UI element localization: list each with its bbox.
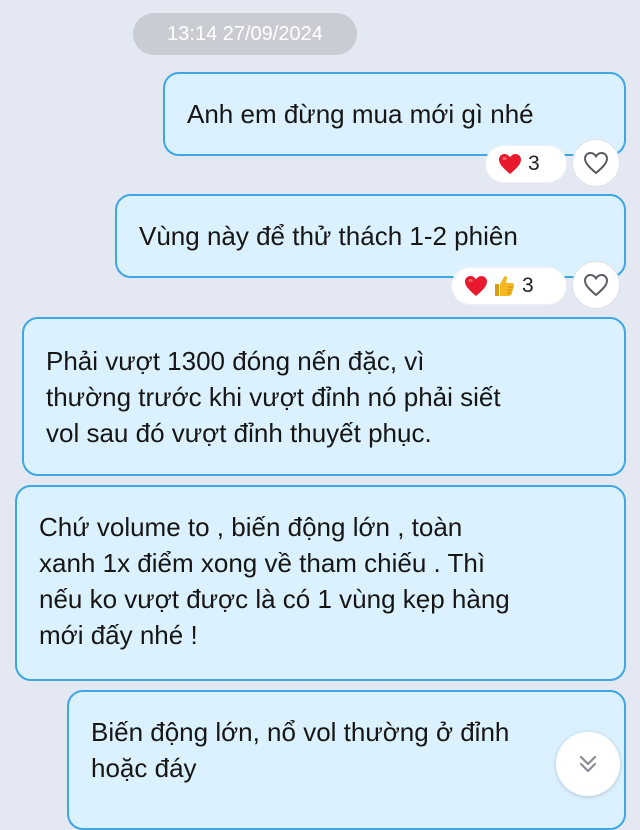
message-timestamp: 13:14 27/09/2024: [133, 13, 357, 55]
message-bubble[interactable]: Anh em đừng mua mới gì nhé: [163, 72, 626, 156]
heart-icon: [498, 153, 522, 175]
scroll-to-bottom-button[interactable]: [556, 732, 620, 796]
message-bubble[interactable]: Phải vượt 1300 đóng nến đặc, vì thường t…: [22, 317, 626, 476]
message-text: Phải vượt 1300 đóng nến đặc, vì thường t…: [46, 346, 501, 448]
reaction-count: 3: [528, 152, 540, 175]
reaction-count: 3: [522, 274, 534, 297]
reaction-summary[interactable]: 3: [452, 268, 566, 304]
heart-icon: [464, 275, 488, 297]
reaction-summary[interactable]: 3: [486, 146, 566, 182]
message-bubble[interactable]: Chứ volume to , biến động lớn , toàn xan…: [15, 485, 626, 681]
heart-outline-icon: [583, 273, 609, 297]
react-button[interactable]: [572, 261, 620, 309]
heart-outline-icon: [583, 151, 609, 175]
message-text: Chứ volume to , biến động lớn , toàn xan…: [39, 512, 510, 650]
thumbs-up-icon: [492, 274, 516, 298]
message-bubble[interactable]: Vùng này để thử thách 1-2 phiên: [115, 194, 626, 278]
message-text: Vùng này để thử thách 1-2 phiên: [139, 221, 518, 251]
message-text: Biến động lớn, nổ vol thường ở đỉnh hoặc…: [91, 717, 510, 783]
double-chevron-down-icon: [575, 751, 601, 777]
message-bubble[interactable]: Biến động lớn, nổ vol thường ở đỉnh hoặc…: [67, 690, 626, 830]
react-button[interactable]: [572, 139, 620, 187]
message-text: Anh em đừng mua mới gì nhé: [187, 99, 534, 129]
